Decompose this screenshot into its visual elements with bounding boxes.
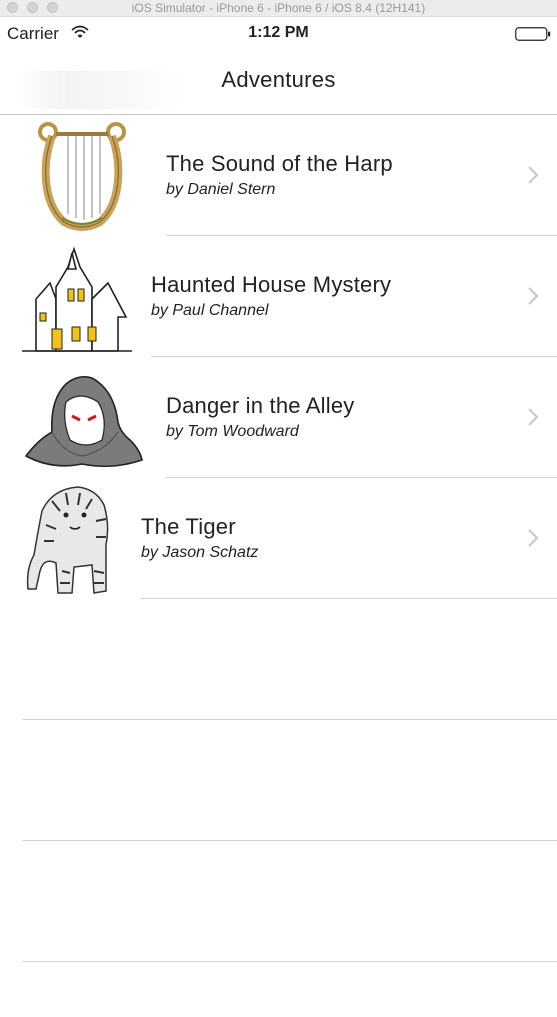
- empty-row: [0, 841, 557, 962]
- adventure-title: Danger in the Alley: [166, 393, 355, 418]
- tiger-icon: [26, 486, 109, 594]
- adventure-author: by Tom Woodward: [166, 423, 299, 440]
- chevron-right-icon: [528, 408, 539, 426]
- chevron-right-icon: [528, 287, 539, 305]
- navigation-bar: Adventures: [0, 51, 557, 115]
- empty-row: [0, 599, 557, 720]
- harp-icon: [38, 122, 126, 231]
- adventure-title: The Sound of the Harp: [166, 151, 393, 176]
- battery-icon: [515, 27, 551, 41]
- adventure-author: by Daniel Stern: [166, 181, 276, 198]
- list-item[interactable]: The Sound of the Harp by Daniel Stern: [0, 115, 557, 236]
- list-item[interactable]: Danger in the Alley by Tom Woodward: [0, 357, 557, 478]
- list-item[interactable]: The Tiger by Jason Schatz: [0, 478, 557, 599]
- chevron-right-icon: [528, 529, 539, 547]
- adventures-table: The Sound of the Harp by Daniel Stern Ha…: [0, 115, 557, 962]
- list-item[interactable]: Haunted House Mystery by Paul Channel: [0, 236, 557, 357]
- simulator-title-bar: iOS Simulator - iPhone 6 - iPhone 6 / iO…: [0, 0, 557, 17]
- page-title: Adventures: [221, 67, 336, 92]
- status-bar: Carrier 1:12 PM: [0, 17, 557, 51]
- haunted-house-icon: [22, 246, 132, 352]
- simulator-title: iOS Simulator - iPhone 6 - iPhone 6 / iO…: [131, 1, 426, 15]
- adventure-title: Haunted House Mystery: [151, 272, 392, 297]
- row-separator: [22, 961, 557, 962]
- adventure-author: by Jason Schatz: [141, 544, 259, 561]
- status-time: 1:12 PM: [248, 24, 309, 41]
- empty-row: [0, 720, 557, 841]
- adventure-title: The Tiger: [141, 514, 236, 539]
- hooded-figure-icon: [24, 376, 143, 468]
- chevron-right-icon: [528, 166, 539, 184]
- adventure-author: by Paul Channel: [151, 302, 269, 319]
